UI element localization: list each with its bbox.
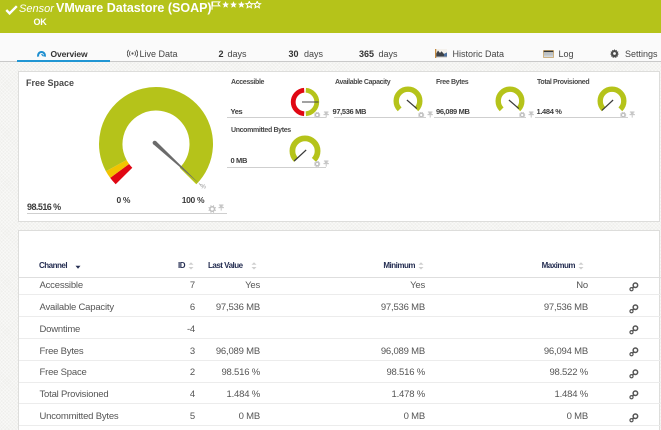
svg-text:%: % xyxy=(201,184,207,190)
